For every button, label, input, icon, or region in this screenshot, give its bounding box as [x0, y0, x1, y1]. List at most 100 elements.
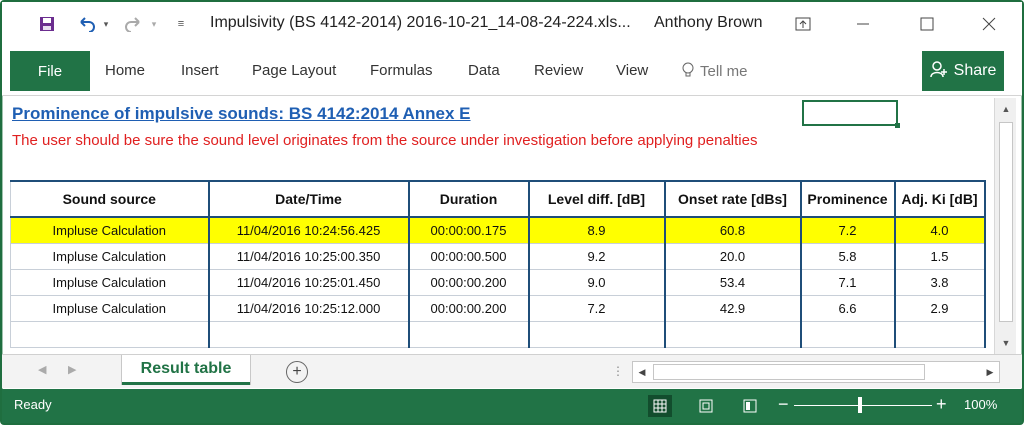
minimize-icon[interactable] — [852, 12, 874, 36]
sheet-warning[interactable]: The user should be sure the sound level … — [12, 132, 757, 149]
sheet-tab-result-table[interactable]: Result table — [122, 355, 250, 385]
zoom-slider[interactable] — [794, 405, 932, 406]
table-row: Impluse Calculation 11/04/2016 10:24:56.… — [10, 216, 986, 244]
table-cell[interactable]: 00:00:00.200 — [408, 268, 530, 296]
tab-formulas[interactable]: Formulas — [370, 62, 433, 79]
redo-icon[interactable] — [122, 12, 144, 36]
table-cell[interactable]: 20.0 — [664, 242, 802, 270]
page-layout-view-icon[interactable] — [694, 395, 718, 417]
table-cell[interactable] — [894, 320, 986, 348]
table-cell[interactable]: 00:00:00.175 — [408, 216, 530, 244]
table-cell[interactable]: 00:00:00.500 — [408, 242, 530, 270]
next-sheet-icon[interactable]: ▶ — [68, 363, 76, 376]
close-icon[interactable] — [978, 12, 1000, 36]
scroll-right-icon[interactable]: ▶ — [981, 362, 999, 382]
table-cell[interactable]: 2.9 — [894, 294, 986, 322]
table-cell[interactable]: Impluse Calculation — [10, 242, 210, 270]
zoom-out-icon[interactable]: − — [778, 394, 789, 415]
status-bar: Ready − + 100% — [2, 389, 1022, 423]
tab-data[interactable]: Data — [468, 62, 500, 79]
customize-toolbar-icon[interactable]: ≡ — [174, 12, 188, 36]
tell-me-search[interactable]: Tell me — [682, 62, 748, 80]
table-cell[interactable]: 53.4 — [664, 268, 802, 296]
table-cell[interactable]: Impluse Calculation — [10, 294, 210, 322]
column-header[interactable]: Duration — [408, 180, 530, 218]
scroll-up-icon[interactable]: ▲ — [995, 100, 1017, 118]
column-header[interactable]: Date/Time — [208, 180, 410, 218]
table-cell[interactable]: 11/04/2016 10:25:00.350 — [208, 242, 410, 270]
table-cell[interactable]: 9.0 — [528, 268, 666, 296]
table-cell[interactable] — [800, 320, 896, 348]
table-cell[interactable]: 7.1 — [800, 268, 896, 296]
sheet-heading[interactable]: Prominence of impulsive sounds: BS 4142:… — [12, 104, 471, 124]
user-name[interactable]: Anthony Brown — [654, 14, 763, 32]
table-cell[interactable]: 5.8 — [800, 242, 896, 270]
table-cell[interactable]: 3.8 — [894, 268, 986, 296]
ribbon-display-icon[interactable] — [792, 12, 814, 36]
tab-review[interactable]: Review — [534, 62, 583, 79]
table-cell[interactable] — [208, 320, 410, 348]
table-cell[interactable]: Impluse Calculation — [10, 216, 210, 244]
zoom-slider-thumb[interactable] — [858, 397, 862, 413]
status-text: Ready — [14, 397, 52, 412]
table-cell[interactable]: 8.9 — [528, 216, 666, 244]
save-icon[interactable] — [36, 12, 58, 36]
table-cell[interactable]: 7.2 — [528, 294, 666, 322]
share-button[interactable]: Share — [922, 51, 1004, 91]
undo-icon[interactable] — [76, 12, 98, 36]
column-header[interactable]: Adj. Ki [dB] — [894, 180, 986, 218]
worksheet[interactable]: Prominence of impulsive sounds: BS 4142:… — [8, 98, 990, 354]
tab-home[interactable]: Home — [105, 62, 145, 79]
result-table: Sound source Date/Time Duration Level di… — [10, 180, 986, 348]
table-cell[interactable] — [664, 320, 802, 348]
maximize-icon[interactable] — [916, 12, 938, 36]
table-cell[interactable] — [528, 320, 666, 348]
undo-dropdown-icon[interactable]: ▾ — [100, 12, 112, 36]
prev-sheet-icon[interactable]: ◀ — [38, 363, 46, 376]
tell-me-label: Tell me — [700, 63, 748, 80]
table-cell[interactable]: 42.9 — [664, 294, 802, 322]
table-cell[interactable]: 9.2 — [528, 242, 666, 270]
zoom-in-icon[interactable]: + — [936, 394, 947, 415]
lightbulb-icon — [682, 62, 694, 80]
sheet-tab-bar: ◀ ▶ Result table + ⋮ ◀ ▶ — [2, 354, 1022, 388]
add-person-icon — [929, 60, 948, 83]
scroll-left-icon[interactable]: ◀ — [633, 362, 651, 382]
table-cell[interactable] — [10, 320, 210, 348]
table-cell[interactable]: 6.6 — [800, 294, 896, 322]
table-cell[interactable]: 60.8 — [664, 216, 802, 244]
add-sheet-icon[interactable]: + — [286, 361, 308, 383]
table-header-row: Sound source Date/Time Duration Level di… — [10, 180, 986, 218]
column-header[interactable]: Prominence — [800, 180, 896, 218]
tab-insert[interactable]: Insert — [181, 62, 219, 79]
tab-view[interactable]: View — [616, 62, 648, 79]
table-cell[interactable]: 11/04/2016 10:24:56.425 — [208, 216, 410, 244]
table-cell[interactable] — [408, 320, 530, 348]
vertical-scroll-thumb[interactable] — [999, 122, 1013, 322]
table-row: Impluse Calculation 11/04/2016 10:25:00.… — [10, 242, 986, 270]
table-cell[interactable]: 11/04/2016 10:25:12.000 — [208, 294, 410, 322]
tab-splitter-icon[interactable]: ⋮ — [612, 364, 624, 378]
table-cell[interactable]: 4.0 — [894, 216, 986, 244]
tab-page-layout[interactable]: Page Layout — [252, 62, 336, 79]
scroll-down-icon[interactable]: ▼ — [995, 334, 1017, 352]
table-cell[interactable]: 11/04/2016 10:25:01.450 — [208, 268, 410, 296]
selected-cell[interactable] — [802, 100, 900, 128]
file-tab[interactable]: File — [10, 51, 90, 91]
column-header[interactable]: Onset rate [dBs] — [664, 180, 802, 218]
table-row: Impluse Calculation 11/04/2016 10:25:01.… — [10, 268, 986, 296]
table-cell[interactable]: 1.5 — [894, 242, 986, 270]
vertical-scrollbar[interactable]: ▲ ▼ — [994, 98, 1016, 354]
table-cell[interactable]: 7.2 — [800, 216, 896, 244]
column-header[interactable]: Level diff. [dB] — [528, 180, 666, 218]
page-break-view-icon[interactable] — [738, 395, 762, 417]
zoom-level[interactable]: 100% — [964, 397, 997, 412]
column-header[interactable]: Sound source — [10, 180, 210, 218]
normal-view-icon[interactable] — [648, 395, 672, 417]
share-label: Share — [953, 62, 997, 79]
table-cell[interactable]: Impluse Calculation — [10, 268, 210, 296]
table-cell[interactable]: 00:00:00.200 — [408, 294, 530, 322]
horizontal-scrollbar[interactable]: ◀ ▶ — [632, 361, 1000, 383]
horizontal-scroll-thumb[interactable] — [653, 364, 925, 380]
redo-dropdown-icon[interactable]: ▾ — [148, 12, 160, 36]
